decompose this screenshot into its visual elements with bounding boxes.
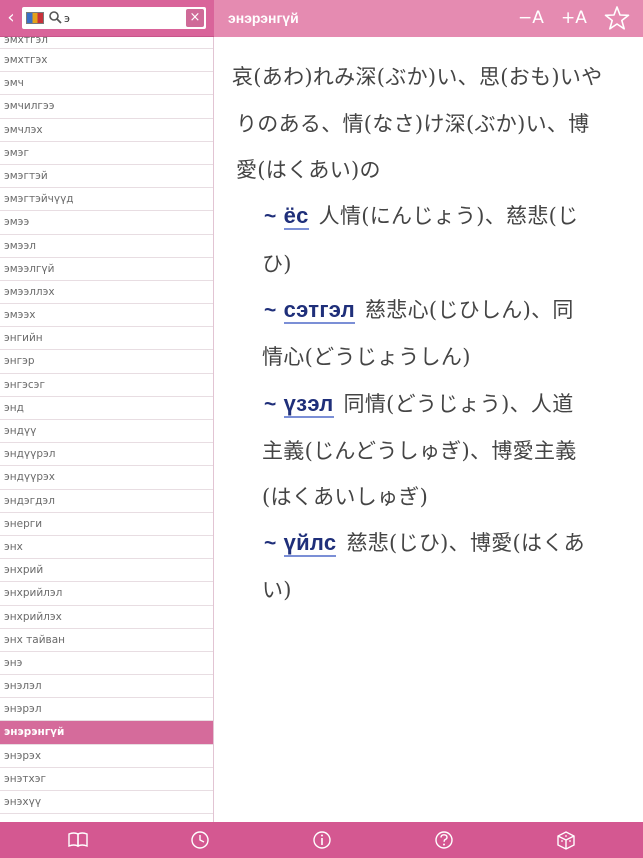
list-item[interactable]: энхрийлэх <box>0 606 213 629</box>
entry-content: 哀(あわ)れみ深(ぶか)い、思(おも)いや りのある、情(なさ)け深(ぶか)い、… <box>214 37 643 822</box>
list-item[interactable]: эмэгтэй <box>0 165 213 189</box>
phrase-translation-cont: 情心(どうじょうしん) <box>262 345 471 369</box>
list-item[interactable]: эмээл <box>0 235 213 258</box>
favorite-star-icon[interactable] <box>604 5 630 31</box>
definition-line: りのある、情(なさ)け深(ぶか)い、博 <box>236 112 590 136</box>
list-item[interactable]: эндүү <box>0 420 213 444</box>
search-bar: ‹ × <box>0 0 214 37</box>
tilde-mark: ~ <box>264 393 277 416</box>
search-input[interactable] <box>64 8 182 28</box>
list-item[interactable]: энгэр <box>0 350 213 374</box>
list-item[interactable]: энх <box>0 536 213 560</box>
definition-line: 愛(はくあい)の <box>236 158 381 182</box>
help-icon[interactable] <box>433 830 455 850</box>
list-item[interactable]: энд <box>0 397 213 420</box>
phrase-link[interactable]: ёс <box>283 203 309 230</box>
entry-header: энэрэнгүй −A +A <box>214 0 643 37</box>
phrase-translation: 慈悲心(じひしん)、同 <box>364 298 574 322</box>
list-item[interactable]: энгийн <box>0 327 213 351</box>
list-item[interactable]: энэрэх <box>0 745 213 768</box>
list-item[interactable]: эмч <box>0 72 213 96</box>
entry-title: энэрэнгүй <box>228 10 299 26</box>
definition-line: 哀(あわ)れみ深(ぶか)い、思(おも)いや <box>232 65 603 89</box>
list-item-selected[interactable]: энэрэнгүй <box>0 721 213 745</box>
phrase-link[interactable]: сэтгэл <box>283 297 355 324</box>
search-icon <box>49 11 62 24</box>
phrase-row: ~ үзэл 同情(どうじょう)、人道 <box>264 388 574 418</box>
list-item[interactable]: эмээх <box>0 304 213 328</box>
tilde-mark: ~ <box>264 299 277 322</box>
phrase-translation: 同情(どうじょう)、人道 <box>343 392 574 416</box>
list-item[interactable]: эмхтгэх <box>0 49 213 73</box>
list-item[interactable]: энэтхэг <box>0 768 213 791</box>
list-item[interactable]: энерги <box>0 513 213 536</box>
list-item[interactable]: эмхтгэл <box>0 37 213 49</box>
phrase-link[interactable]: үйлс <box>283 530 337 557</box>
history-icon[interactable] <box>189 830 211 850</box>
list-item[interactable]: энгэсэг <box>0 374 213 397</box>
phrase-translation: 人情(にんじょう)、慈悲(じ <box>318 204 579 228</box>
clear-search-button[interactable]: × <box>186 9 204 27</box>
phrase-translation-cont: 主義(じんどうしゅぎ)、博愛主義 <box>262 439 577 463</box>
book-icon[interactable] <box>67 830 89 850</box>
phrase-row: ~ үйлс 慈悲(じひ)、博愛(はくあ <box>264 527 585 557</box>
font-larger-button[interactable]: +A <box>561 0 587 37</box>
dictionary-app: ‹ × эмхтгэлэмхтгэхэмчэмчилгэээмчлэхэмэгэ… <box>0 0 643 858</box>
phrase-row: ~ ёс 人情(にんじょう)、慈悲(じ <box>264 200 578 230</box>
phrase-translation-cont: ひ) <box>262 252 292 276</box>
search-box[interactable]: × <box>22 7 206 29</box>
list-item[interactable]: эмээ <box>0 211 213 235</box>
list-item[interactable]: эмэг <box>0 142 213 165</box>
phrase-translation: 慈悲(じひ)、博愛(はくあ <box>346 531 585 555</box>
phrase-link[interactable]: үзэл <box>283 391 334 418</box>
list-item[interactable]: энэрэл <box>0 698 213 722</box>
phrase-row: ~ сэтгэл 慈悲心(じひしん)、同 <box>264 294 574 324</box>
list-item[interactable]: энэлэл <box>0 675 213 699</box>
list-item[interactable]: эмээллэх <box>0 281 213 305</box>
list-item[interactable]: энэ <box>0 652 213 676</box>
list-item[interactable]: эмчилгээ <box>0 95 213 119</box>
list-item[interactable]: эмчлэх <box>0 119 213 142</box>
list-item[interactable]: энхрийлэл <box>0 582 213 606</box>
list-item[interactable]: энхрий <box>0 559 213 583</box>
cube-icon[interactable] <box>555 830 577 850</box>
list-item[interactable]: эмэгтэйчүүд <box>0 188 213 212</box>
list-item[interactable]: энэхүү <box>0 791 213 815</box>
list-item[interactable]: эндэгдэл <box>0 490 213 513</box>
info-icon[interactable] <box>311 830 333 850</box>
list-item[interactable]: эндүүрэл <box>0 443 213 467</box>
list-item[interactable]: энх тайван <box>0 629 213 652</box>
back-icon[interactable]: ‹ <box>4 6 18 30</box>
language-flag-icon[interactable] <box>26 12 44 24</box>
tilde-mark: ~ <box>264 532 277 555</box>
tilde-mark: ~ <box>264 205 277 228</box>
word-list[interactable]: эмхтгэл эмхтгэх эмч эмчилгээ эмчлэх эмэг эмэгт… <box>0 37 214 822</box>
bottom-toolbar <box>0 822 643 858</box>
font-smaller-button[interactable]: −A <box>518 0 544 37</box>
list-item[interactable]: эндүүрэх <box>0 466 213 490</box>
phrase-translation-cont: (はくあいしゅぎ) <box>262 485 429 509</box>
list-item[interactable]: эмээлгүй <box>0 258 213 281</box>
phrase-translation-cont: い) <box>262 578 292 602</box>
